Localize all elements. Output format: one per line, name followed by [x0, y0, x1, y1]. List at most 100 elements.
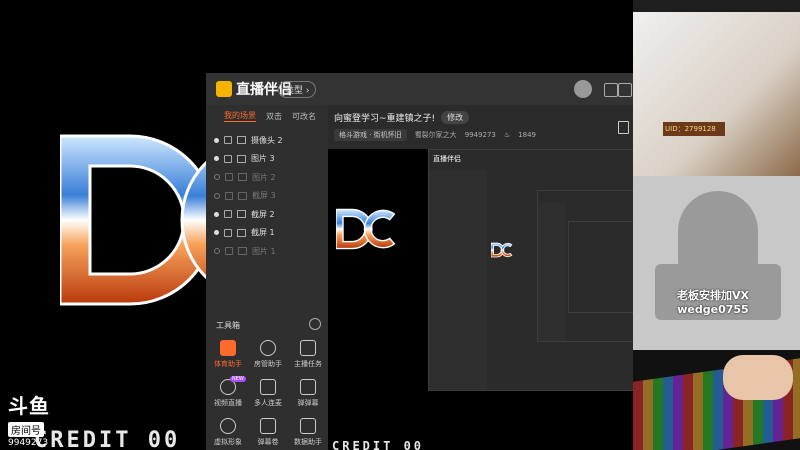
download-icon	[260, 379, 276, 395]
tool-multi-mic[interactable]: 多人连麦	[248, 379, 288, 408]
cat-webcam	[633, 176, 800, 350]
app-titlebar: 直播伴侣 类型 ›	[206, 73, 633, 105]
list-item[interactable]: 截屏 1	[206, 224, 328, 243]
list-item[interactable]: 图片 2	[206, 168, 328, 187]
brand-logo-icon	[216, 81, 232, 97]
visibility-icon[interactable]	[214, 174, 220, 181]
nested-window-2	[537, 190, 633, 342]
tool-label: 弹弹幕	[297, 399, 319, 407]
tool-danmaku[interactable]: 弹弹幕	[288, 379, 328, 408]
avatar[interactable]	[574, 80, 592, 98]
screen-icon	[238, 191, 247, 200]
camera-icon	[237, 136, 246, 145]
tool-label: 房管助手	[254, 360, 282, 368]
image-icon	[238, 173, 247, 182]
trash-icon[interactable]	[618, 121, 629, 134]
right-camera-panel: UID：2799128 老板安排加VX wedge0755	[633, 0, 800, 450]
stream-meta: 格斗游戏 · 街机怀旧 蜀裂尔家之大 9949273 ♨ 1849	[334, 129, 536, 141]
screen-icon	[237, 228, 246, 237]
chart-icon	[300, 418, 316, 434]
image-icon	[238, 247, 247, 256]
tab-my-scenes[interactable]: 我的场景	[224, 110, 256, 122]
scene-list: 摄像头 2 图片 3 图片 2 截屏 3 截屏 2 截屏 1 图片 1	[206, 131, 328, 261]
preview-credit-text: CREDIT 00	[332, 439, 425, 450]
visibility-icon[interactable]	[214, 192, 220, 199]
tab-double-click[interactable]: 双击	[266, 111, 282, 122]
room-id: 9949273	[464, 131, 496, 139]
lock-icon[interactable]	[225, 247, 233, 256]
visibility-icon[interactable]	[214, 156, 219, 162]
lock-icon[interactable]	[224, 154, 232, 163]
tool-danmaku-roll[interactable]: 弹幕卷	[248, 418, 288, 447]
stream-title-row: 向蜜登学习~重建镇之子! 修改	[334, 111, 470, 124]
tool-label: 视频直播	[214, 399, 242, 407]
uid-label: UID：2799128	[663, 122, 725, 136]
popularity-count: 1849	[518, 131, 536, 139]
credit-text: CREDIT 00	[34, 428, 181, 450]
tool-label: 虚拟形象	[214, 438, 242, 446]
scene-label: 摄像头 2	[251, 135, 283, 145]
stream-preview: 直播伴侣 CREDIT 00	[328, 149, 633, 450]
scene-label: 图片 3	[251, 154, 275, 164]
tool-label: 弹幕卷	[257, 438, 279, 446]
danmaku-icon	[300, 379, 316, 395]
lock-icon[interactable]	[225, 173, 233, 182]
scene-label: 截屏 1	[251, 228, 275, 238]
tool-sports-assistant[interactable]: 体育助手	[208, 340, 248, 369]
tool-room-manager[interactable]: 房管助手	[248, 340, 288, 369]
nested-sidebar	[429, 170, 487, 390]
sidebar: 我的场景 双击 可改名 + 摄像头 2 图片 3 图片 2 截屏 3 截屏 2 …	[206, 105, 337, 450]
keyboard-webcam	[633, 350, 800, 450]
scene-label: 截屏 2	[251, 209, 275, 219]
hand-image	[723, 355, 793, 400]
new-badge: NEW	[230, 376, 246, 382]
type-selector[interactable]: 类型 ›	[278, 81, 317, 98]
ticket-icon	[260, 418, 276, 434]
screen-icon	[237, 210, 246, 219]
live-companion-window: 直播伴侣 类型 › 我的场景 双击 可改名 + 摄像头 2 图片 3 图片 2 …	[206, 73, 633, 450]
nested-dc-logo	[491, 242, 513, 258]
lock-icon[interactable]	[224, 210, 232, 219]
list-item[interactable]: 图片 1	[206, 242, 328, 261]
streamer-name: 蜀裂尔家之大	[414, 131, 457, 139]
visibility-icon[interactable]	[214, 137, 219, 143]
douyu-watermark: 斗鱼 房间号 9949273	[8, 390, 50, 448]
list-item[interactable]: 截屏 3	[206, 187, 328, 206]
fire-icon: ♨	[503, 131, 511, 139]
tool-data-assistant[interactable]: 数据助手	[288, 418, 328, 447]
tab-renamable[interactable]: 可改名	[292, 111, 316, 122]
lock-icon[interactable]	[225, 191, 233, 200]
message-icon[interactable]	[618, 83, 632, 97]
list-item[interactable]: 摄像头 2	[206, 131, 328, 150]
lock-icon[interactable]	[224, 136, 232, 145]
tool-label: 主播任务	[294, 360, 322, 368]
category-selector[interactable]: 格斗游戏 · 街机怀旧	[334, 129, 407, 141]
tool-avatar[interactable]: 虚拟形象	[208, 418, 248, 447]
scene-label: 图片 2	[252, 172, 276, 182]
tool-video-live[interactable]: NEW 视频直播	[208, 376, 248, 408]
image-icon	[237, 154, 246, 163]
nested-brand: 直播伴侣	[433, 155, 461, 163]
user-icon	[260, 340, 276, 356]
edit-title-button[interactable]: 修改	[441, 111, 470, 124]
room-label: 房间号	[8, 422, 44, 437]
sports-icon	[220, 340, 236, 356]
cat-sign-line2: wedge0755	[677, 303, 749, 316]
settings-icon[interactable]	[604, 83, 618, 97]
tool-label: 数据助手	[294, 438, 322, 446]
stream-title: 向蜜登学习~重建镇之子!	[334, 114, 436, 124]
nested-sidebar-2	[538, 203, 566, 341]
douyu-logo: 斗鱼	[8, 394, 50, 418]
visibility-icon[interactable]	[214, 230, 219, 236]
list-item[interactable]: 图片 3	[206, 150, 328, 169]
cat-sign-line1: 老板安排加VX	[677, 289, 749, 302]
type-label: 类型	[285, 86, 304, 96]
scene-label: 图片 1	[252, 246, 276, 256]
lock-icon[interactable]	[224, 228, 232, 237]
game-art-feed: UID：2799128	[633, 12, 800, 176]
list-item[interactable]: 截屏 2	[206, 205, 328, 224]
visibility-icon[interactable]	[214, 211, 219, 217]
collapse-toolbox-icon[interactable]	[309, 318, 321, 330]
visibility-icon[interactable]	[214, 248, 220, 255]
tool-streamer-tasks[interactable]: 主播任务	[288, 340, 328, 369]
